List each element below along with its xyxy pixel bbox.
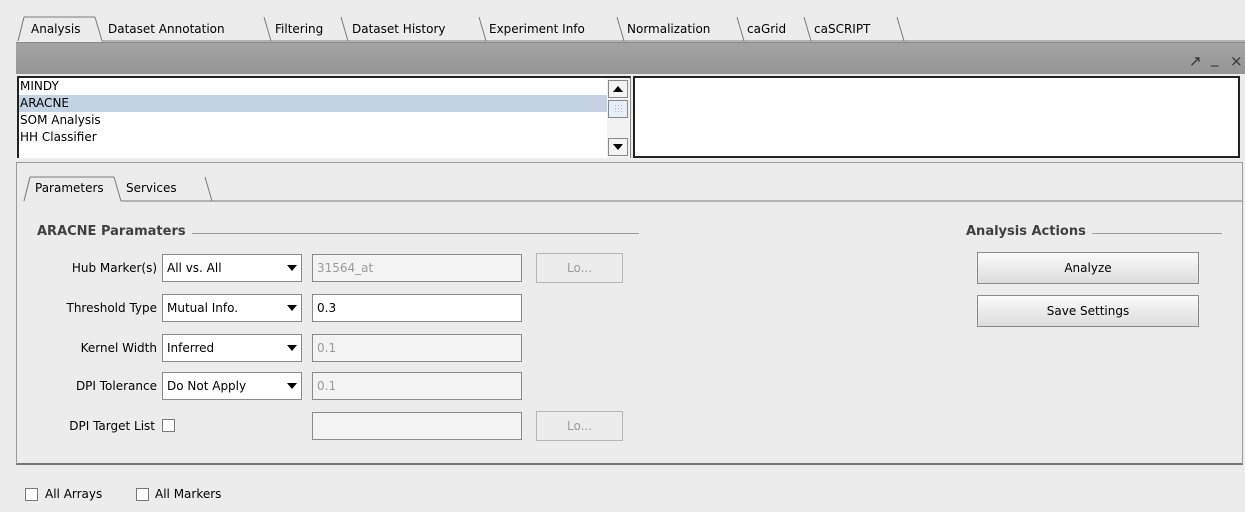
subtab-separators — [23, 176, 1242, 202]
list-item[interactable]: MINDY — [19, 78, 607, 95]
all-arrays-checkbox[interactable] — [25, 488, 38, 501]
dpi-tolerance-select[interactable]: Do Not Apply — [162, 372, 302, 400]
chevron-down-icon — [287, 305, 297, 311]
save-settings-button[interactable]: Save Settings — [977, 295, 1199, 327]
parameters-panel: Parameters Services ARACNE Paramaters Hu… — [16, 162, 1243, 465]
maximize-icon[interactable]: ↗ — [1189, 52, 1202, 70]
algorithm-list[interactable]: MINDY ARACNE SOM Analysis HH Classifier — [17, 76, 607, 158]
chevron-down-icon — [287, 345, 297, 351]
bottom-options-bar: All Arrays All Markers — [16, 467, 1245, 512]
kernel-width-label: Kernel Width — [80, 341, 157, 355]
analyze-button[interactable]: Analyze — [977, 252, 1199, 284]
chevron-down-icon — [287, 383, 297, 389]
hub-marker-select[interactable]: All vs. All — [162, 254, 302, 282]
all-arrays-label[interactable]: All Arrays — [45, 487, 102, 502]
close-icon[interactable]: × — [1230, 52, 1243, 70]
hub-marker-load-button[interactable]: Lo... — [536, 253, 623, 283]
all-markers-checkbox[interactable] — [136, 488, 149, 501]
scroll-up-button[interactable] — [608, 80, 628, 98]
dpi-tolerance-label: DPI Tolerance — [75, 379, 157, 393]
section-title-aracne: ARACNE Paramaters — [37, 224, 192, 239]
dpi-target-list-label: DPI Target List — [69, 419, 155, 433]
kernel-width-field[interactable]: 0.1 — [312, 334, 522, 362]
hub-marker-label: Hub Marker(s) — [71, 261, 157, 275]
grip-icon — [615, 105, 622, 112]
list-item[interactable]: HH Classifier — [19, 129, 607, 146]
main-tab-bar: Analysis Dataset Annotation Filtering Da… — [0, 0, 1245, 42]
dpi-target-list-field[interactable] — [312, 412, 522, 440]
tab-separators — [17, 16, 1245, 42]
arrow-down-icon — [613, 144, 623, 150]
dpi-target-list-checkbox[interactable] — [162, 419, 175, 432]
threshold-type-select[interactable]: Mutual Info. — [162, 294, 302, 322]
window-controls: ↗ _ × — [1185, 49, 1245, 70]
algorithm-list-scrollbar[interactable] — [607, 76, 631, 158]
threshold-field[interactable]: 0.3 — [312, 294, 522, 322]
dpi-tolerance-field[interactable]: 0.1 — [312, 372, 522, 400]
list-item-selected[interactable]: ARACNE — [19, 95, 607, 112]
scroll-down-button[interactable] — [608, 138, 628, 156]
list-item[interactable]: SOM Analysis — [19, 112, 607, 129]
algorithm-description-area — [633, 76, 1240, 158]
component-window-header: ↗ _ × — [16, 42, 1245, 74]
threshold-type-label: Threshold Type — [66, 301, 157, 315]
all-markers-label[interactable]: All Markers — [155, 487, 221, 502]
chevron-down-icon — [287, 265, 297, 271]
dpi-target-list-load-button[interactable]: Lo... — [536, 411, 623, 441]
arrow-up-icon — [613, 86, 623, 92]
scroll-thumb[interactable] — [608, 100, 628, 118]
minimize-icon[interactable]: _ — [1211, 49, 1219, 67]
hub-marker-field[interactable]: 31564_at — [312, 254, 522, 282]
section-title-analysis-actions: Analysis Actions — [966, 224, 1092, 239]
kernel-width-select[interactable]: Inferred — [162, 334, 302, 362]
